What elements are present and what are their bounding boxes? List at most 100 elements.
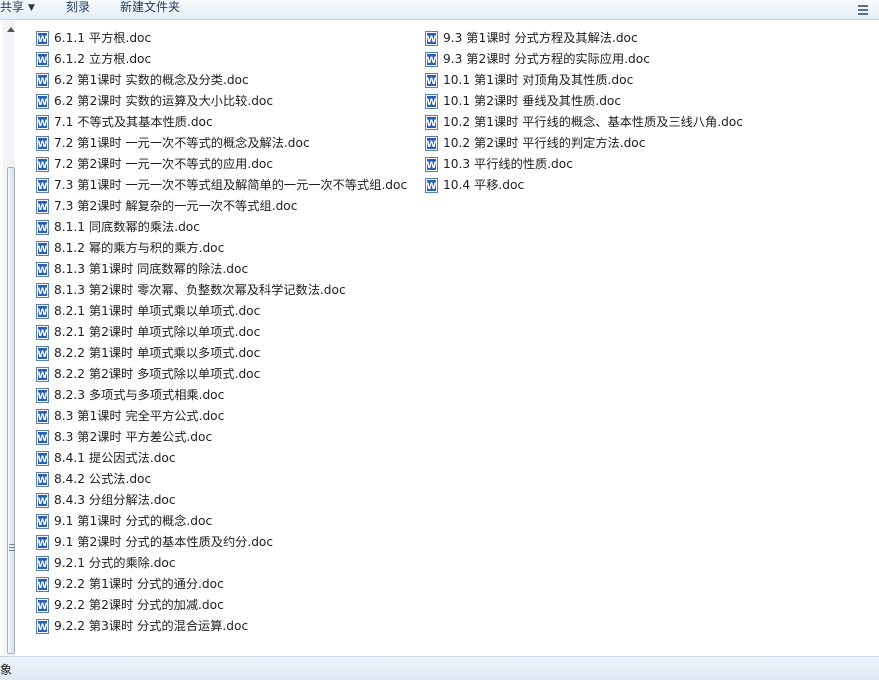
word-document-icon: W [36,388,49,403]
word-document-icon: W [36,73,49,88]
vertical-scrollbar[interactable] [3,20,15,660]
word-document-icon: W [36,430,49,445]
file-item[interactable]: W 6.2 第1课时 实数的概念及分类.doc [36,70,249,91]
svg-text:W: W [38,350,48,360]
word-document-icon: W [36,136,49,151]
navigation-pane-edge [0,20,15,660]
file-item[interactable]: W 8.1.3 第2课时 零次幂、负整数次幂及科学记数法.doc [36,280,346,301]
status-text: 象 [0,663,13,677]
file-item[interactable]: W 9.2.1 分式的乘除.doc [36,553,176,574]
word-document-icon: W [36,472,49,487]
file-item[interactable]: W 10.4 平移.doc [425,175,524,196]
file-item[interactable]: W 9.3 第2课时 分式方程的实际应用.doc [425,49,650,70]
svg-text:W: W [38,287,48,297]
file-item[interactable]: W 9.2.2 第1课时 分式的通分.doc [36,574,224,595]
file-name: 7.2 第1课时 一元一次不等式的概念及解法.doc [54,136,310,150]
file-item[interactable]: W 10.3 平行线的性质.doc [425,154,573,175]
word-document-icon: W [36,577,49,592]
file-name: 9.2.2 第3课时 分式的混合运算.doc [54,619,249,633]
svg-text:W: W [38,77,48,87]
word-document-icon: W [425,94,438,109]
file-name: 8.1.3 第1课时 同底数幂的除法.doc [54,262,249,276]
svg-text:W: W [427,119,437,129]
file-item[interactable]: W 7.1 不等式及其基本性质.doc [36,112,213,133]
svg-text:W: W [38,224,48,234]
file-name: 8.1.1 同底数幂的乘法.doc [54,220,200,234]
file-item[interactable]: W 7.2 第1课时 一元一次不等式的概念及解法.doc [36,133,310,154]
svg-text:W: W [427,56,437,66]
file-item[interactable]: W 9.2.2 第3课时 分式的混合运算.doc [36,616,248,637]
file-item[interactable]: W 6.1.1 平方根.doc [36,28,151,49]
file-item[interactable]: W 10.2 第2课时 平行线的判定方法.doc [425,133,645,154]
file-name: 10.1 第1课时 对顶角及其性质.doc [443,73,634,87]
file-item[interactable]: W 7.3 第1课时 一元一次不等式组及解简单的一元一次不等式组.doc [36,175,407,196]
view-options-icon[interactable] [856,2,870,16]
svg-text:W: W [427,98,437,108]
file-item[interactable]: W 8.2.3 多项式与多项式相乘.doc [36,385,224,406]
file-name: 10.2 第2课时 平行线的判定方法.doc [443,136,646,150]
svg-text:W: W [427,77,437,87]
file-name: 6.1.2 立方根.doc [54,52,152,66]
file-name: 9.3 第2课时 分式方程的实际应用.doc [443,52,650,66]
svg-text:W: W [38,455,48,465]
svg-text:W: W [427,182,437,192]
file-item[interactable]: W 10.2 第1课时 平行线的概念、基本性质及三线八角.doc [425,112,743,133]
word-document-icon: W [36,451,49,466]
file-item[interactable]: W 7.3 第2课时 解复杂的一元一次不等式组.doc [36,196,297,217]
file-item[interactable]: W 8.2.1 第2课时 单项式除以单项式.doc [36,322,260,343]
file-name: 7.2 第2课时 一元一次不等式的应用.doc [54,157,274,171]
file-item[interactable]: W 8.1.3 第1课时 同底数幂的除法.doc [36,259,248,280]
file-item[interactable]: W 7.2 第2课时 一元一次不等式的应用.doc [36,154,273,175]
file-name: 7.3 第1课时 一元一次不等式组及解简单的一元一次不等式组.doc [54,178,408,192]
file-item[interactable]: W 6.2 第2课时 实数的运算及大小比较.doc [36,91,273,112]
word-document-icon: W [36,409,49,424]
svg-text:W: W [427,35,437,45]
file-name: 9.2.2 第2课时 分式的加减.doc [54,598,224,612]
share-menu-button[interactable]: 共享 ▼ [0,0,35,17]
file-item[interactable]: W 8.4.2 公式法.doc [36,469,151,490]
file-item[interactable]: W 10.1 第1课时 对顶角及其性质.doc [425,70,633,91]
file-item[interactable]: W 8.1.2 幂的乘方与积的乘方.doc [36,238,224,259]
new-folder-button[interactable]: 新建文件夹 [120,0,180,17]
word-document-icon: W [425,136,438,151]
file-item[interactable]: W 8.4.1 提公因式法.doc [36,448,176,469]
file-item[interactable]: W 8.2.2 第2课时 多项式除以单项式.doc [36,364,260,385]
svg-text:W: W [38,476,48,486]
word-document-icon: W [36,115,49,130]
file-item[interactable]: W 8.3 第2课时 平方差公式.doc [36,427,212,448]
file-item[interactable]: W 8.2.2 第1课时 单项式乘以多项式.doc [36,343,260,364]
word-document-icon: W [36,178,49,193]
word-document-icon: W [36,367,49,382]
file-item[interactable]: W 8.1.1 同底数幂的乘法.doc [36,217,200,238]
file-name: 8.4.2 公式法.doc [54,472,152,486]
file-item[interactable]: W 8.3 第1课时 完全平方公式.doc [36,406,224,427]
svg-text:W: W [38,539,48,549]
file-name: 6.1.1 平方根.doc [54,31,152,45]
new-folder-label: 新建文件夹 [120,0,181,14]
file-name: 8.2.1 第1课时 单项式乘以单项式.doc [54,304,261,318]
file-item[interactable]: W 9.1 第1课时 分式的概念.doc [36,511,212,532]
word-document-icon: W [36,199,49,214]
file-item[interactable]: W 10.1 第2课时 垂线及其性质.doc [425,91,621,112]
svg-text:W: W [38,602,48,612]
file-item[interactable]: W 9.2.2 第2课时 分式的加减.doc [36,595,224,616]
word-document-icon: W [36,31,49,46]
chevron-down-icon: ▼ [28,3,35,13]
file-item[interactable]: W 9.1 第2课时 分式的基本性质及约分.doc [36,532,273,553]
file-item[interactable]: W 6.1.2 立方根.doc [36,49,151,70]
word-document-icon: W [425,31,438,46]
file-name: 8.3 第2课时 平方差公式.doc [54,430,213,444]
svg-text:W: W [38,413,48,423]
file-name: 8.4.3 分组分解法.doc [54,493,176,507]
burn-button[interactable]: 刻录 [66,0,90,17]
file-list: W 6.1.1 平方根.doc W 6.1.2 立方根.doc W 6.2 第1课时 实数… [14,20,879,656]
file-item[interactable]: W 8.4.3 分组分解法.doc [36,490,176,511]
svg-text:W: W [38,581,48,591]
word-document-icon: W [36,304,49,319]
file-item[interactable]: W 9.3 第1课时 分式方程及其解法.doc [425,28,638,49]
file-name: 9.1 第2课时 分式的基本性质及约分.doc [54,535,274,549]
svg-text:W: W [38,140,48,150]
word-document-icon: W [425,52,438,67]
word-document-icon: W [36,220,49,235]
file-item[interactable]: W 8.2.1 第1课时 单项式乘以单项式.doc [36,301,260,322]
